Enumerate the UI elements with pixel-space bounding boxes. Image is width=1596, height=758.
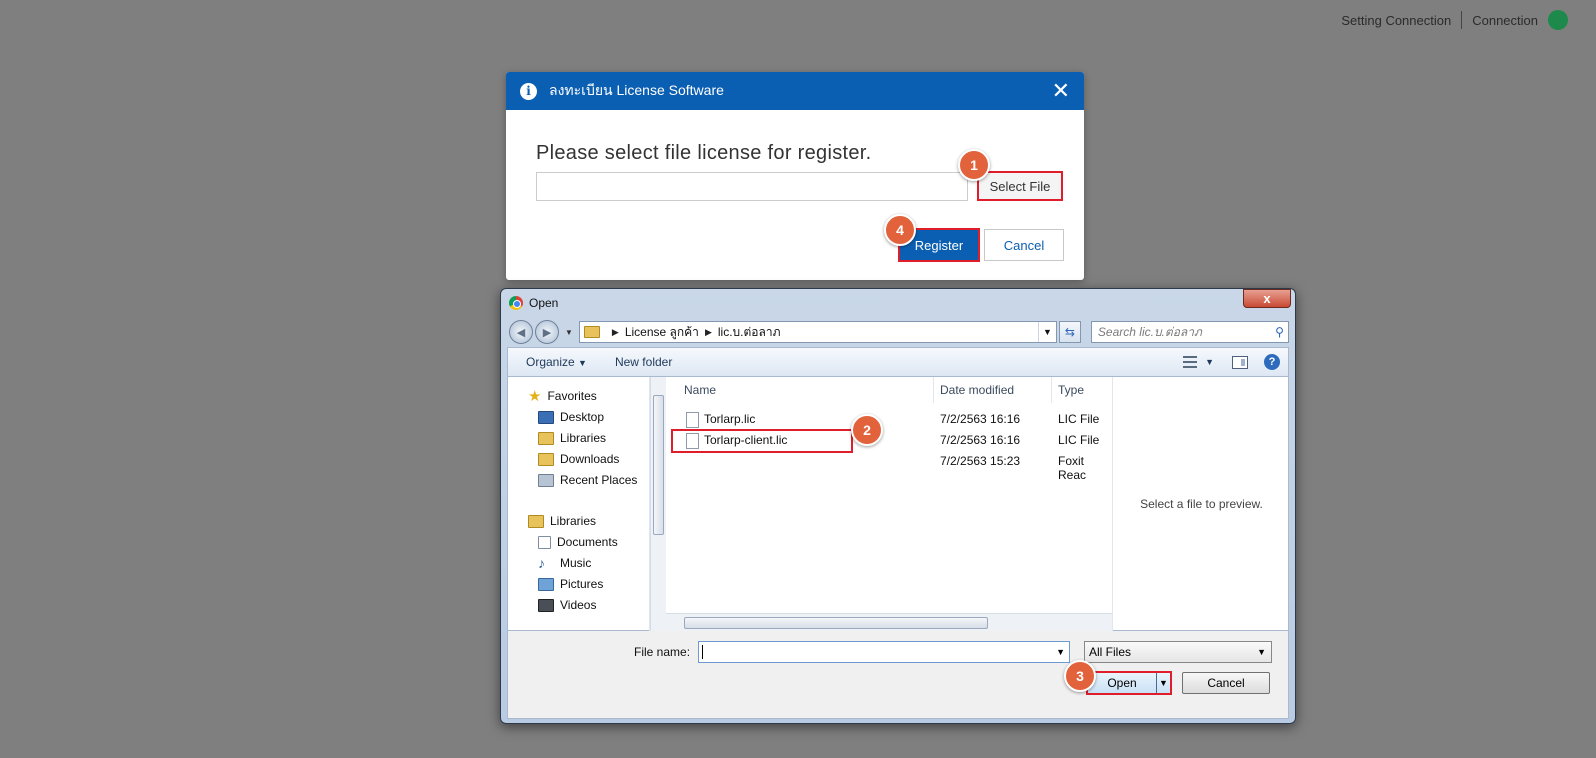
nav-item-videos[interactable]: Videos xyxy=(538,598,596,612)
text-caret xyxy=(702,645,703,659)
chrome-icon xyxy=(509,296,523,310)
recent-places-icon xyxy=(538,473,554,487)
dialog-header: i ลงทะเบียน License Software ✕ xyxy=(506,72,1084,110)
nav-item-desktop[interactable]: Desktop xyxy=(538,410,604,424)
connection-label: Connection xyxy=(1472,12,1538,28)
file-icon xyxy=(686,412,699,428)
videos-icon xyxy=(538,598,554,612)
back-arrow-icon[interactable]: ◀ xyxy=(509,320,533,344)
close-icon[interactable]: ✕ xyxy=(1052,80,1070,102)
info-icon: i xyxy=(520,82,537,100)
navigation-scrollbar[interactable] xyxy=(650,377,666,631)
step-badge-2: 2 xyxy=(851,414,883,446)
documents-icon xyxy=(538,535,551,549)
chevron-right-icon[interactable]: ▶ xyxy=(612,327,619,338)
nav-item-libraries[interactable]: Libraries xyxy=(538,431,606,445)
folder-icon xyxy=(583,326,600,338)
connection-status-icon xyxy=(1548,10,1568,30)
dialog-title: Open xyxy=(529,296,559,310)
nav-item-downloads[interactable]: Downloads xyxy=(538,452,619,466)
forward-arrow-icon[interactable]: ▶ xyxy=(535,320,559,344)
chevron-down-icon[interactable]: ▼ xyxy=(1037,322,1056,342)
step-badge-1: 1 xyxy=(958,149,990,181)
dialog-body: ★ Favorites Desktop Libraries Downloads … xyxy=(507,377,1289,631)
top-status-bar: Setting Connection Connection xyxy=(1341,10,1568,30)
nav-item-music[interactable]: ♪ Music xyxy=(538,555,591,571)
nav-libraries[interactable]: Libraries xyxy=(528,514,596,528)
preview-message: Select a file to preview. xyxy=(1140,497,1263,511)
open-file-dialog: Open x ◀ ▶ ▼ ▶ License ลูกค้า ▶ lic.บ.ต่… xyxy=(500,288,1296,724)
organize-menu[interactable]: Organize ▼ xyxy=(526,355,587,369)
cancel-button[interactable]: Cancel xyxy=(984,229,1064,261)
scrollbar-thumb[interactable] xyxy=(653,395,664,535)
help-icon[interactable]: ? xyxy=(1264,354,1280,370)
preview-pane: Select a file to preview. xyxy=(1112,377,1290,631)
scrollbar-thumb[interactable] xyxy=(684,617,988,629)
view-options-icon[interactable] xyxy=(1183,356,1198,368)
nav-item-pictures[interactable]: Pictures xyxy=(538,577,603,591)
search-input[interactable]: Search lic.บ.ต่อลาภ ⚲ xyxy=(1090,321,1289,343)
address-bar[interactable]: ▶ License ลูกค้า ▶ lic.บ.ต่อลาภ ▼ xyxy=(578,321,1057,343)
column-header-date[interactable]: Date modified xyxy=(934,377,1052,403)
search-placeholder: Search lic.บ.ต่อลาภ xyxy=(1097,324,1202,339)
libraries-icon xyxy=(538,431,554,445)
dialog-title: ลงทะเบียน License Software xyxy=(549,82,724,98)
file-row[interactable]: 7/2/2563 15:23 Foxit Reac xyxy=(666,451,1112,482)
breadcrumb-item[interactable]: License ลูกค้า xyxy=(625,323,699,342)
file-type-select[interactable]: All Files ▼ xyxy=(1084,641,1272,663)
downloads-icon xyxy=(538,452,554,466)
column-header-type[interactable]: Type xyxy=(1052,377,1112,403)
license-prompt: Please select file license for register. xyxy=(536,142,872,164)
column-header-name[interactable]: Name xyxy=(666,377,934,403)
open-options-dropdown-icon[interactable]: ▼ xyxy=(1156,673,1170,693)
step-badge-3: 3 xyxy=(1064,660,1096,692)
selection-highlight xyxy=(671,429,853,453)
desktop-icon xyxy=(538,410,554,424)
preview-pane-icon[interactable] xyxy=(1232,355,1248,369)
select-file-button[interactable]: Select File xyxy=(977,171,1063,201)
refresh-icon[interactable]: ⇆ xyxy=(1058,321,1081,343)
address-bar-row: ◀ ▶ ▼ ▶ License ลูกค้า ▶ lic.บ.ต่อลาภ ▼ … xyxy=(509,319,1289,345)
breadcrumb-item[interactable]: lic.บ.ต่อลาภ xyxy=(718,323,781,342)
dialog-footer: File name: ▼ All Files ▼ Open ▼ Cancel xyxy=(507,631,1289,719)
chevron-down-icon[interactable]: ▼ xyxy=(1205,357,1214,367)
dialog-toolbar: Organize ▼ New folder ▼ ? xyxy=(507,347,1289,377)
file-name-label: File name: xyxy=(634,645,691,659)
dialog-titlebar: Open xyxy=(501,289,1295,317)
file-name-input[interactable]: ▼ xyxy=(698,641,1070,663)
nav-favorites[interactable]: ★ Favorites xyxy=(528,387,597,405)
close-button[interactable]: x xyxy=(1243,289,1291,308)
file-list: Name Date modified Type Torlarp.lic 7/2/… xyxy=(666,377,1112,631)
recent-pages-dropdown-icon[interactable]: ▼ xyxy=(565,328,573,337)
setting-connection-link[interactable]: Setting Connection xyxy=(1341,13,1451,28)
pictures-icon xyxy=(538,577,554,591)
license-file-input[interactable] xyxy=(536,172,968,201)
libraries-icon xyxy=(528,514,544,528)
new-folder-button[interactable]: New folder xyxy=(615,355,672,369)
chevron-down-icon: ▼ xyxy=(578,358,587,368)
chevron-down-icon[interactable]: ▼ xyxy=(1056,647,1065,657)
chevron-down-icon: ▼ xyxy=(1257,647,1266,657)
horizontal-scrollbar[interactable] xyxy=(666,613,1112,631)
nav-item-recent-places[interactable]: Recent Places xyxy=(538,473,637,487)
divider xyxy=(1461,11,1463,29)
step-badge-4: 4 xyxy=(884,214,916,246)
nav-item-documents[interactable]: Documents xyxy=(538,535,618,549)
navigation-pane: ★ Favorites Desktop Libraries Downloads … xyxy=(508,377,650,631)
file-row[interactable]: Torlarp.lic 7/2/2563 16:16 LIC File xyxy=(666,409,1112,429)
music-icon: ♪ xyxy=(538,555,545,571)
license-register-dialog: i ลงทะเบียน License Software ✕ Please se… xyxy=(506,72,1084,280)
cancel-button[interactable]: Cancel xyxy=(1182,672,1270,694)
open-button[interactable]: Open ▼ xyxy=(1086,671,1172,695)
search-icon[interactable]: ⚲ xyxy=(1275,325,1284,339)
star-icon: ★ xyxy=(528,388,542,405)
chevron-right-icon[interactable]: ▶ xyxy=(705,327,712,338)
